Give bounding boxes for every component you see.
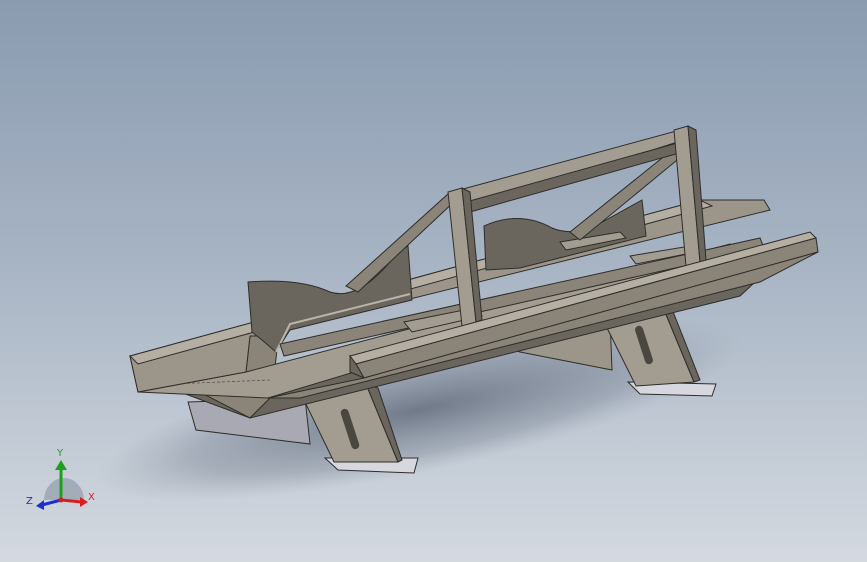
triad-base-shadow: [44, 478, 84, 500]
3d-viewport[interactable]: Y X Z: [0, 0, 867, 562]
triad-origin: [58, 497, 64, 503]
z-axis-arrow: [36, 500, 44, 510]
x-axis-arrow: [80, 497, 88, 507]
cad-model-view[interactable]: Y X Z: [0, 0, 867, 562]
x-axis-label: X: [88, 492, 95, 503]
rear-vertical-post: [673, 125, 707, 267]
z-axis-line: [41, 498, 62, 507]
y-axis-arrow: [55, 460, 67, 470]
z-axis-label: Z: [26, 496, 33, 507]
coordinate-triad: Y X Z: [26, 448, 95, 510]
x-axis-line: [60, 498, 83, 504]
y-axis-label: Y: [56, 448, 64, 459]
